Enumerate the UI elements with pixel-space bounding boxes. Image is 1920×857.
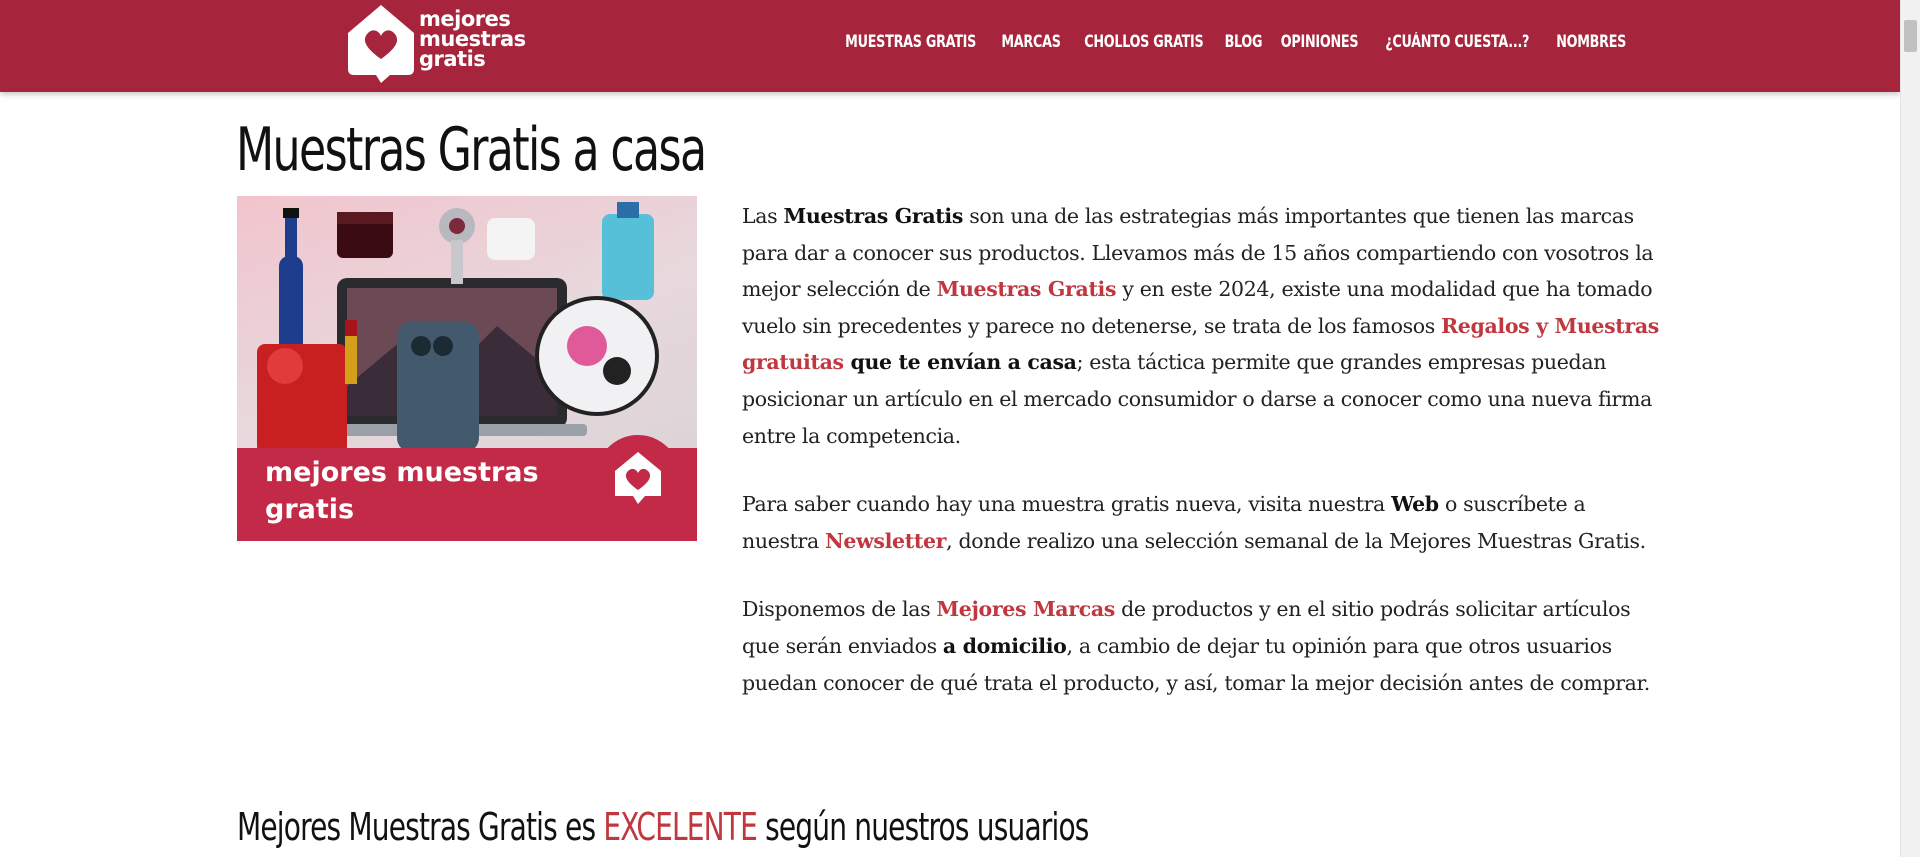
main-nav: MUESTRAS GRATIS MARCAS CHOLLOS GRATIS BL… — [830, 29, 1636, 55]
house-heart-icon — [348, 5, 414, 83]
rating-highlight: EXCELENTE — [603, 805, 757, 849]
scrollbar-thumb[interactable] — [1904, 20, 1917, 52]
link-muestras-gratis[interactable]: Muestras Gratis — [937, 277, 1117, 301]
nav-cuanto-cuesta[interactable]: ¿CUÁNTO CUESTA...? — [1377, 29, 1537, 55]
hero-products-illustration — [257, 202, 659, 454]
nav-blog[interactable]: BLOG — [1217, 29, 1271, 55]
intro-paragraph-3: Disponemos de las Mejores Marcas de prod… — [742, 597, 1650, 695]
nav-chollos-gratis[interactable]: CHOLLOS GRATIS — [1076, 29, 1212, 55]
site-header: mejores muestras gratis MUESTRAS GRATIS … — [0, 0, 1900, 92]
link-mejores-marcas[interactable]: Mejores Marcas — [936, 597, 1115, 621]
site-logo[interactable]: mejores muestras gratis — [346, 3, 536, 83]
page-title: Muestras Gratis a casa — [236, 115, 707, 185]
nav-marcas[interactable]: MARCAS — [993, 29, 1069, 55]
logo-wordmark: mejores muestras gratis — [419, 7, 526, 71]
house-heart-icon — [596, 435, 680, 519]
nav-opiniones[interactable]: OPINIONES — [1273, 29, 1367, 55]
intro-article: Las Muestras Gratis son una de las estra… — [742, 198, 1664, 733]
intro-paragraph-2: Para saber cuando hay una muestra gratis… — [742, 492, 1646, 553]
nav-muestras-gratis[interactable]: MUESTRAS GRATIS — [837, 29, 984, 55]
intro-paragraph-1: Las Muestras Gratis son una de las estra… — [742, 204, 1659, 448]
nav-nombres[interactable]: NOMBRES — [1548, 29, 1634, 55]
link-newsletter[interactable]: Newsletter — [825, 529, 946, 553]
rating-heading: Mejores Muestras Gratis es EXCELENTE seg… — [237, 805, 1089, 849]
page-scrollbar[interactable] — [1900, 0, 1920, 857]
hero-band-text: mejores muestras gratis — [265, 457, 539, 525]
hero-image: mejores muestras gratis — [237, 196, 697, 541]
